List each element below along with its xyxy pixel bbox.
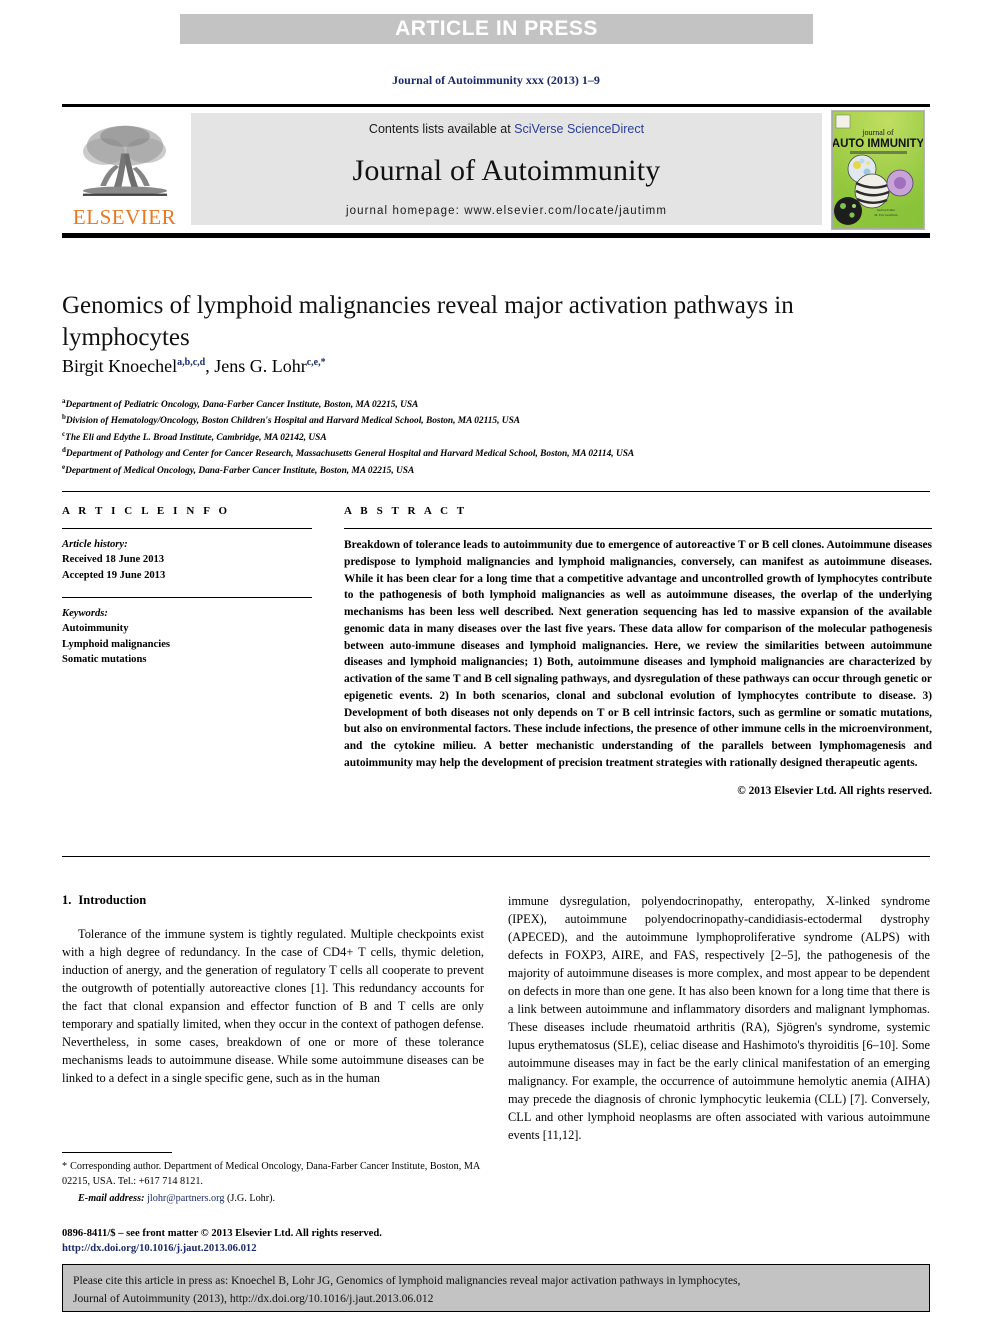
keywords-group: Keywords: Autoimmunity Lymphoid malignan… — [62, 606, 312, 667]
journal-running-head: Journal of Autoimmunity xxx (2013) 1–9 — [392, 73, 600, 87]
affiliation-text: The Eli and Edythe L. Broad Institute, C… — [65, 432, 327, 443]
affiliation-item: dDepartment of Pathology and Center for … — [62, 445, 942, 461]
abstract-bottom-rule — [62, 856, 930, 857]
journal-title: Journal of Autoimmunity — [352, 153, 661, 187]
article-history-group: Article history: Received 18 June 2013 A… — [62, 537, 312, 583]
frontmatter-doi-link[interactable]: http://dx.doi.org/10.1016/j.jaut.2013.06… — [62, 1241, 522, 1256]
affiliation-text: Division of Hematology/Oncology, Boston … — [65, 416, 521, 427]
corresponding-author-text: Corresponding author. Department of Medi… — [62, 1161, 480, 1187]
author-separator: , — [205, 356, 215, 376]
cite-line-1: Please cite this article in press as: Kn… — [73, 1274, 741, 1287]
svg-text:Section Editor: Section Editor — [877, 208, 896, 212]
masthead-center-panel: Contents lists available at SciVerse Sci… — [191, 113, 822, 225]
email-label: E-mail address: — [78, 1192, 145, 1204]
keyword-item: Lymphoid malignancies — [62, 638, 171, 650]
introduction-paragraph-left: Tolerance of the immune system is tightl… — [62, 927, 484, 1085]
author-name-2: Jens G. Lohr — [214, 356, 307, 376]
article-in-press-label: ARTICLE IN PRESS — [395, 17, 598, 40]
journal-cover-block: journal of AUTO IMMUNITY Section Editor … — [826, 107, 930, 233]
corresponding-author-note: * Corresponding author. Department of Med… — [62, 1160, 484, 1190]
article-history-accepted: Accepted 19 June 2013 — [62, 569, 166, 581]
footnote-divider — [62, 1152, 172, 1153]
footnote-block: * Corresponding author. Department of Med… — [62, 1152, 484, 1204]
keyword-item: Autoimmunity — [62, 623, 129, 635]
introduction-heading: 1. Introduction — [62, 893, 484, 908]
article-in-press-banner: ARTICLE IN PRESS — [180, 14, 813, 44]
body-column-left: 1. Introduction Tolerance of the immune s… — [62, 893, 484, 1088]
page-title: Genomics of lymphoid malignancies reveal… — [62, 292, 794, 351]
svg-text:journal of: journal of — [861, 128, 894, 137]
keyword-item: Somatic mutations — [62, 654, 147, 666]
email-link[interactable]: jlohr@partners.org — [147, 1193, 224, 1204]
journal-masthead: ELSEVIER Contents lists available at Sci… — [62, 104, 930, 238]
journal-cover-artwork: journal of AUTO IMMUNITY Section Editor … — [832, 111, 924, 229]
abstract-copyright: © 2013 Elsevier Ltd. All rights reserved… — [737, 784, 932, 797]
contents-available-line: Contents lists available at SciVerse Sci… — [369, 122, 644, 136]
introduction-number: 1. — [62, 893, 72, 907]
svg-text:M. Eric Gershwin: M. Eric Gershwin — [875, 213, 898, 217]
author-name-1: Birgit Knoechel — [62, 356, 178, 376]
frontmatter-issn-line: 0896-8411/$ – see front matter © 2013 El… — [62, 1228, 382, 1239]
contents-prefix: Contents lists available at — [368, 122, 515, 136]
affiliation-text: Department of Medical Oncology, Dana-Far… — [65, 465, 415, 476]
affiliation-text: Department of Pathology and Center for C… — [65, 449, 635, 460]
article-info-heading: A R T I C L E I N F O — [62, 505, 231, 517]
email-owner: (J.G. Lohr). — [227, 1192, 276, 1204]
article-info-rule — [62, 528, 312, 529]
frontmatter-block: 0896-8411/$ – see front matter © 2013 El… — [62, 1226, 522, 1257]
elsevier-tree-icon — [82, 125, 167, 196]
article-info-column: A R T I C L E I N F O Article history: R… — [62, 505, 312, 677]
author-affil-marks-1: a,b,c,d — [177, 357, 206, 368]
keywords-label: Keywords: — [62, 608, 108, 620]
author-affil-marks-2: c,e,* — [306, 357, 326, 368]
abstract-heading: A B S T R A C T — [344, 505, 468, 517]
introduction-title: Introduction — [78, 893, 147, 907]
journal-homepage-link[interactable]: journal homepage: www.elsevier.com/locat… — [346, 205, 667, 217]
affiliation-text: Department of Pediatric Oncology, Dana-F… — [65, 400, 419, 411]
journal-cover-thumbnail: journal of AUTO IMMUNITY Section Editor … — [831, 110, 925, 230]
email-note: E-mail address: jlohr@partners.org (J.G.… — [62, 1193, 484, 1204]
affiliation-item: bDivision of Hematology/Oncology, Boston… — [62, 412, 942, 428]
elsevier-logo: ELSEVIER — [62, 107, 187, 233]
affiliation-list: aDepartment of Pediatric Oncology, Dana-… — [62, 396, 942, 478]
article-history-received: Received 18 June 2013 — [62, 554, 165, 566]
cite-this-article-box: Please cite this article in press as: Kn… — [62, 1264, 930, 1312]
affiliation-item: aDepartment of Pediatric Oncology, Dana-… — [62, 396, 942, 412]
author-list: Birgit Knoechela,b,c,d, Jens G. Lohrc,e,… — [62, 356, 882, 377]
body-column-right: immune dysregulation, polyendocrinopathy… — [508, 893, 930, 1145]
svg-text:AUTO IMMUNITY: AUTO IMMUNITY — [832, 138, 924, 150]
abstract-column: A B S T R A C T Breakdown of tolerance l… — [344, 505, 932, 797]
abstract-top-rule — [62, 491, 930, 492]
cite-line-2: Journal of Autoimmunity (2013), http://d… — [73, 1291, 434, 1305]
abstract-rule — [344, 528, 932, 529]
article-history-label: Article history: — [62, 539, 128, 550]
affiliation-item: eDepartment of Medical Oncology, Dana-Fa… — [62, 462, 942, 478]
sciencedirect-link[interactable]: SciVerse ScienceDirect — [514, 122, 644, 136]
elsevier-wordmark: ELSEVIER — [72, 205, 177, 229]
keywords-rule — [62, 597, 312, 599]
affiliation-item: cThe Eli and Edythe L. Broad Institute, … — [62, 429, 942, 445]
abstract-body: Breakdown of tolerance leads to autoimmu… — [344, 539, 932, 769]
footnote-star-mark: * — [62, 1161, 68, 1172]
introduction-paragraph-right: immune dysregulation, polyendocrinopathy… — [508, 894, 930, 1142]
